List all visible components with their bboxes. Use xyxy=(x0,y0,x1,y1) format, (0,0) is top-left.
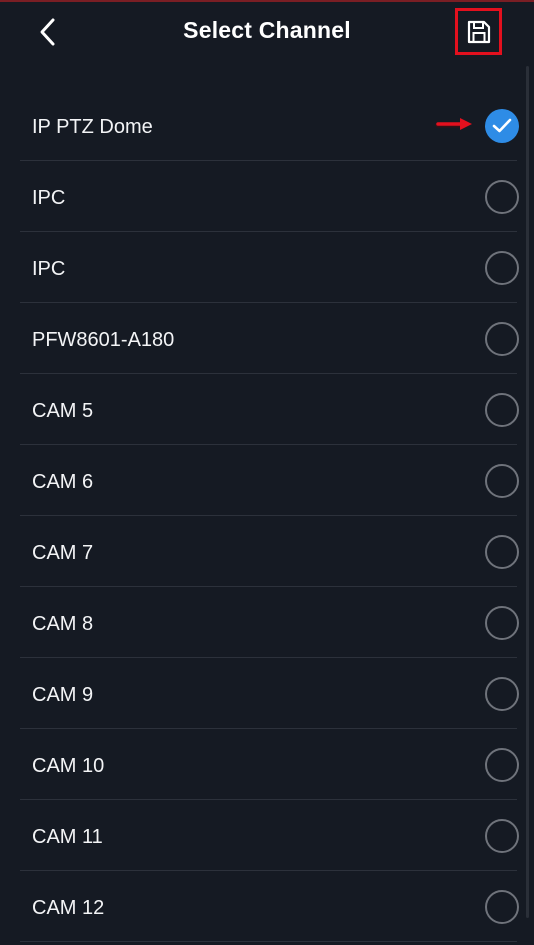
channel-label: IPC xyxy=(32,258,66,280)
channel-row[interactable]: IP PTZ Dome xyxy=(20,90,519,161)
channel-list: IP PTZ Dome IPC IPC PFW8601-A180 CAM 5 CAM 6 C… xyxy=(20,90,519,942)
floppy-disk-icon xyxy=(467,20,490,43)
radio-unchecked[interactable] xyxy=(485,322,519,356)
annotation-arrow-icon xyxy=(435,118,472,130)
channel-row[interactable]: PFW8601-A180 xyxy=(20,303,519,374)
channel-label: CAM 7 xyxy=(32,542,94,564)
radio-unchecked[interactable] xyxy=(485,819,519,853)
channel-row[interactable]: IPC xyxy=(20,232,519,303)
channel-label: CAM 12 xyxy=(32,897,105,919)
header-bar: Select Channel xyxy=(0,0,534,64)
radio-unchecked[interactable] xyxy=(485,180,519,214)
radio-unchecked[interactable] xyxy=(485,393,519,427)
channel-label: IPC xyxy=(32,187,66,209)
channel-row[interactable]: CAM 6 xyxy=(20,445,519,516)
channel-label: IP PTZ Dome xyxy=(32,116,153,138)
channel-row[interactable]: IPC xyxy=(20,161,519,232)
channel-label: CAM 11 xyxy=(32,826,103,848)
channel-row[interactable]: CAM 11 xyxy=(20,800,519,871)
channel-label: CAM 10 xyxy=(32,755,105,777)
channel-row[interactable]: CAM 8 xyxy=(20,587,519,658)
channel-row[interactable]: CAM 12 xyxy=(20,871,519,942)
radio-unchecked[interactable] xyxy=(485,606,519,640)
radio-unchecked[interactable] xyxy=(485,251,519,285)
channel-row[interactable]: CAM 9 xyxy=(20,658,519,729)
checkmark-icon xyxy=(492,118,512,133)
radio-unchecked[interactable] xyxy=(485,677,519,711)
channel-label: CAM 9 xyxy=(32,684,94,706)
channel-label: CAM 8 xyxy=(32,613,94,635)
radio-unchecked[interactable] xyxy=(485,535,519,569)
save-button[interactable] xyxy=(455,8,502,55)
channel-label: PFW8601-A180 xyxy=(32,329,175,351)
channel-label: CAM 6 xyxy=(32,471,94,493)
radio-unchecked[interactable] xyxy=(485,748,519,782)
channel-label: CAM 5 xyxy=(32,400,94,422)
radio-checked[interactable] xyxy=(485,109,519,143)
radio-unchecked[interactable] xyxy=(485,890,519,924)
page-title: Select Channel xyxy=(183,17,351,43)
scrollbar[interactable] xyxy=(526,66,529,918)
channel-row[interactable]: CAM 7 xyxy=(20,516,519,587)
channel-row[interactable]: CAM 10 xyxy=(20,729,519,800)
radio-unchecked[interactable] xyxy=(485,464,519,498)
channel-row[interactable]: CAM 5 xyxy=(20,374,519,445)
